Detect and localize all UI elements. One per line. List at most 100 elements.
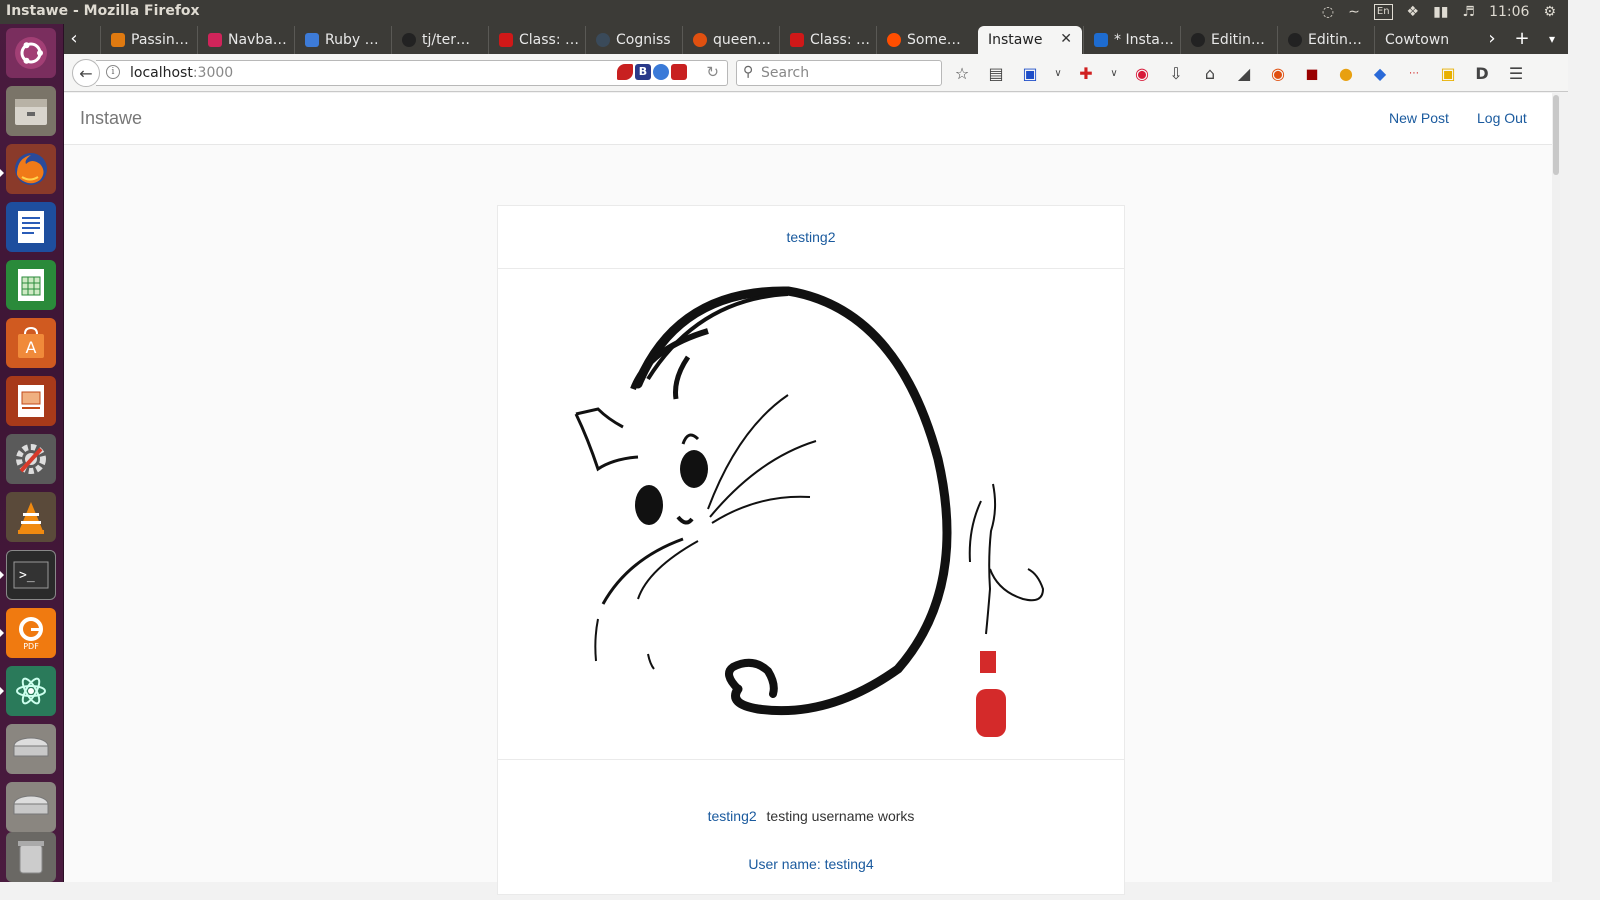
reload-icon[interactable]: ↻ [706, 63, 719, 81]
firefox-icon[interactable] [6, 144, 56, 194]
running-indicator [0, 687, 4, 695]
tab[interactable]: Cowtown [1374, 26, 1470, 54]
tab[interactable]: Editin… [1180, 26, 1276, 54]
address-bar[interactable]: i localhost:3000 B ↻ [96, 60, 728, 86]
tab[interactable]: Passin… [100, 26, 196, 54]
extension-icon[interactable] [671, 64, 687, 80]
post-image [498, 269, 1124, 760]
tab[interactable]: queen… [682, 26, 778, 54]
chevron-down-icon[interactable]: ∨ [1054, 63, 1062, 83]
url-text[interactable]: localhost:3000 [130, 65, 233, 81]
drive-icon[interactable] [6, 724, 56, 774]
menu-icon[interactable]: ☰ [1506, 63, 1526, 83]
trash-icon[interactable] [6, 832, 56, 882]
new-post-link[interactable]: New Post [1389, 110, 1449, 126]
pocket-icon[interactable]: ◉ [1132, 63, 1152, 83]
pocket-save-icon[interactable]: ◢ [1234, 63, 1254, 83]
tab[interactable]: Editin… [1277, 26, 1373, 54]
system-settings-icon[interactable] [6, 434, 56, 484]
clock[interactable]: 11:06 [1489, 4, 1529, 20]
lightbulb-icon[interactable]: ◌ [1322, 2, 1334, 22]
tab-favicon [596, 33, 610, 47]
brand-link[interactable]: Instawe [80, 108, 142, 129]
keyboard-layout-indicator[interactable]: En [1373, 4, 1393, 20]
page-content: Instawe New Post Log Out testing2 testin… [64, 93, 1560, 895]
extension-icon[interactable]: ◆ [1370, 63, 1390, 83]
chevron-down-icon[interactable]: ∨ [1110, 63, 1118, 83]
save-icon[interactable]: ▣ [1020, 63, 1040, 83]
page-scrollbar[interactable] [1552, 93, 1560, 882]
tab-active[interactable]: Instawe ✕ [978, 26, 1082, 54]
running-indicator [0, 169, 4, 177]
battery-icon[interactable]: ▮▮ [1433, 2, 1448, 22]
bookmark-star-icon[interactable]: ☆ [952, 63, 972, 83]
extension-icon[interactable] [653, 64, 669, 80]
atom-icon[interactable] [6, 666, 56, 716]
addon-icon[interactable]: ✚ [1076, 63, 1096, 83]
post-card: testing2 testing2 testing username works… [497, 205, 1125, 895]
site-info-icon[interactable]: i [106, 65, 120, 79]
extension-icon[interactable]: ⋯ [1404, 63, 1424, 83]
tab-favicon [402, 33, 416, 47]
volume-icon[interactable]: ♬ [1463, 2, 1476, 22]
foxit-pdf-icon[interactable]: PDF [6, 608, 56, 658]
svg-text:A: A [26, 338, 37, 357]
tab-list-chevron-down-icon[interactable]: ▾ [1540, 28, 1564, 50]
duckduckgo-icon[interactable]: ◉ [1268, 63, 1288, 83]
software-center-icon[interactable]: A [6, 318, 56, 368]
tab-label: Editin… [1211, 32, 1265, 48]
close-tab-icon[interactable]: ✕ [1060, 31, 1072, 47]
log-out-link[interactable]: Log Out [1477, 110, 1527, 126]
tab[interactable]: Some… [876, 26, 976, 54]
tab-label: Cogniss [616, 32, 671, 48]
drive-icon[interactable] [6, 782, 56, 832]
tab-label: Class: … [519, 32, 579, 48]
scrollbar-thumb[interactable] [1553, 95, 1559, 175]
tab-favicon [499, 33, 513, 47]
new-tab-button[interactable]: + [1510, 28, 1534, 50]
post-author-link[interactable]: testing2 [498, 206, 1124, 269]
window-title: Instawe - Mozilla Firefox [6, 3, 200, 19]
tab-label: Navba… [228, 32, 287, 48]
power-gear-icon[interactable]: ⚙ [1543, 2, 1556, 22]
post-caption: testing2 testing username works [498, 808, 1124, 824]
impress-icon[interactable] [6, 376, 56, 426]
tab[interactable]: Cogniss [585, 26, 681, 54]
back-arrow-icon: ← [79, 63, 93, 83]
extension-icon[interactable]: D [1472, 63, 1492, 83]
tab-scroll-right-button[interactable]: › [1480, 28, 1504, 50]
tab-favicon [111, 33, 125, 47]
back-button[interactable]: ← [72, 59, 100, 87]
tab[interactable]: Ruby … [294, 26, 390, 54]
tab-label: Class: … [810, 32, 870, 48]
search-bar[interactable]: ⚲ Search [736, 60, 942, 86]
caption-user-link[interactable]: testing2 [708, 808, 757, 824]
tab-label: queen… [713, 32, 771, 48]
tab[interactable]: Class: … [779, 26, 875, 54]
home-icon[interactable]: ⌂ [1200, 63, 1220, 83]
extension-icon[interactable] [617, 64, 633, 80]
tab[interactable]: tj/ter… [391, 26, 487, 54]
tab[interactable]: * Insta… [1083, 26, 1179, 54]
tab-label: Editin… [1308, 32, 1362, 48]
tab-scroll-left-button[interactable]: ‹ [62, 28, 86, 50]
writer-icon[interactable] [6, 202, 56, 252]
bluetooth-icon[interactable]: ❖ [1407, 2, 1420, 22]
files-icon[interactable] [6, 86, 56, 136]
ublock-icon[interactable]: ◼ [1302, 63, 1322, 83]
vlc-icon[interactable] [6, 492, 56, 542]
tab[interactable]: Navba… [197, 26, 293, 54]
reader-list-icon[interactable]: ▤ [986, 63, 1006, 83]
user-name-link[interactable]: User name: testing4 [498, 856, 1124, 872]
calc-icon[interactable] [6, 260, 56, 310]
keeper-icon[interactable]: ▣ [1438, 63, 1458, 83]
wifi-icon[interactable]: ∼ [1348, 2, 1360, 22]
color-extension-icon[interactable]: ● [1336, 63, 1356, 83]
terminal-icon[interactable]: >_ [6, 550, 56, 600]
url-port: :3000 [192, 65, 234, 81]
bitwarden-icon[interactable]: B [635, 64, 651, 80]
tab[interactable]: Class: … [488, 26, 584, 54]
ubuntu-dash-icon[interactable] [6, 28, 56, 78]
download-icon[interactable]: ⇩ [1166, 63, 1186, 83]
system-top-bar: Instawe - Mozilla Firefox ◌ ∼ En ❖ ▮▮ ♬ … [0, 0, 1568, 24]
